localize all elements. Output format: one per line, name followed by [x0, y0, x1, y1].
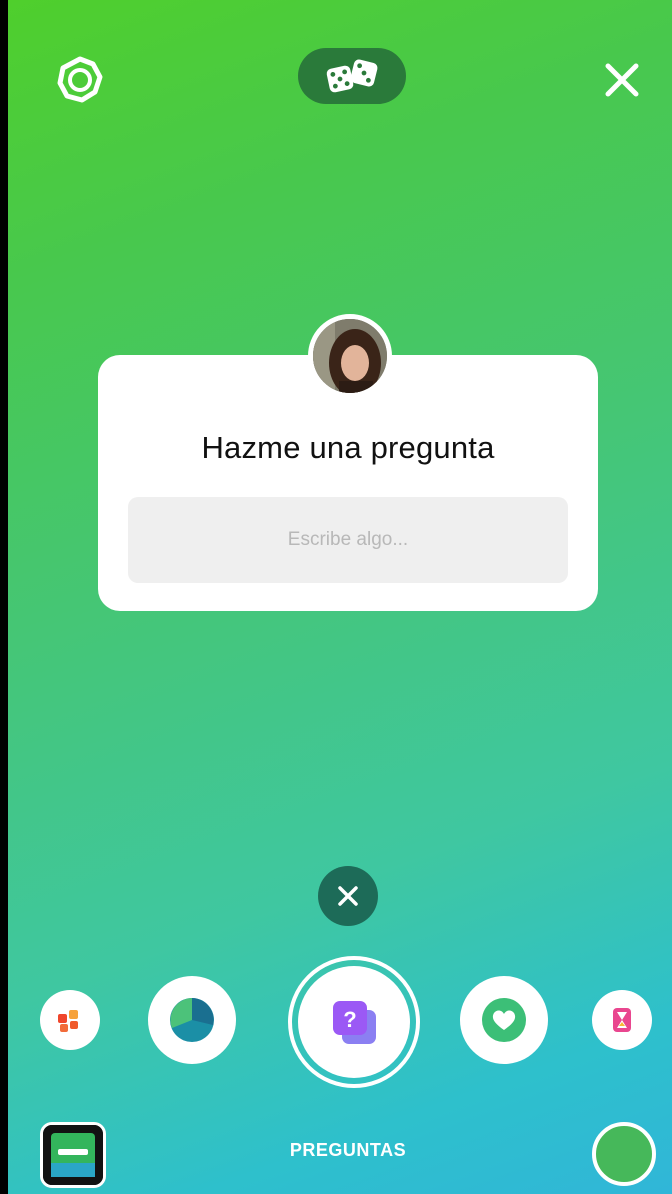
tray-item-poll[interactable] [148, 976, 236, 1064]
tray-item-emoji-slider[interactable] [460, 976, 548, 1064]
mode-label: PREGUNTAS [289, 1140, 407, 1160]
sticker-title: Hazme una pregunta [201, 430, 495, 465]
tray-item-stickers[interactable] [40, 990, 100, 1050]
emoji-slider-icon [482, 998, 526, 1042]
avatar [308, 314, 392, 398]
sticker-grid-icon [58, 1010, 78, 1032]
close-icon [338, 886, 358, 906]
dismiss-sticker-button[interactable] [318, 866, 378, 926]
randomize-button[interactable] [298, 48, 406, 104]
question-input[interactable] [128, 497, 568, 583]
settings-button[interactable] [50, 50, 110, 110]
countdown-icon [613, 1008, 631, 1032]
tray-item-questions[interactable]: ? [298, 966, 410, 1078]
gallery-preview [43, 1125, 103, 1185]
questions-icon: ? [333, 1001, 376, 1044]
close-button[interactable] [592, 50, 652, 110]
gallery-thumbnail[interactable] [40, 1122, 106, 1188]
svg-text:?: ? [343, 1007, 356, 1032]
tray-item-countdown[interactable] [592, 990, 652, 1050]
dice-icon [326, 59, 378, 93]
settings-icon [57, 56, 103, 103]
profile-photo [313, 319, 387, 393]
background-color-button[interactable] [592, 1122, 656, 1186]
close-icon [605, 63, 639, 97]
story-editor-screen: Hazme una pregunta ? [8, 0, 672, 1194]
poll-icon [170, 998, 214, 1042]
